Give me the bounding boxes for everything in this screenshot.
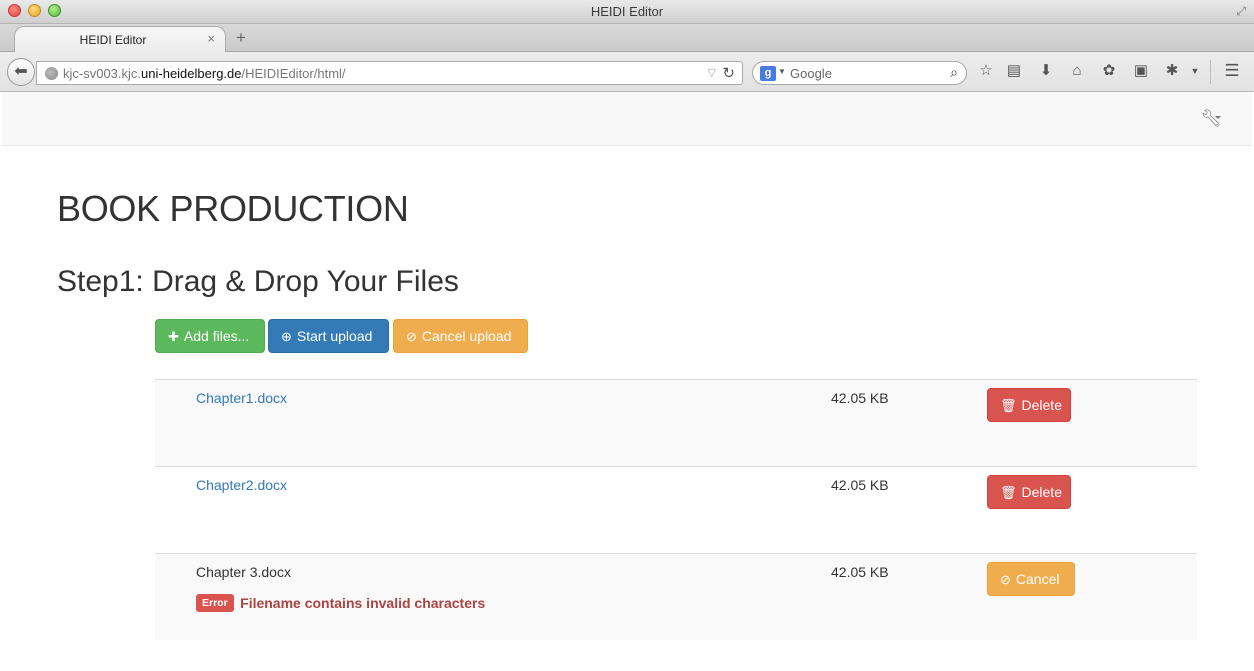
add-files-label: Add files... — [183, 328, 250, 344]
error-badge: Error — [196, 594, 234, 612]
tab-heidi-editor[interactable]: HEIDI Editor × — [14, 26, 226, 53]
cancel-label: Cancel — [1015, 571, 1060, 587]
start-upload-label: Start upload — [296, 328, 373, 344]
url-prefix: kjc-sv003.kjc. — [63, 66, 142, 81]
delete-label: Delete — [1021, 397, 1062, 413]
file-name-link[interactable]: Chapter1.docx — [196, 390, 287, 406]
trash-icon: 🗑︎ — [1000, 398, 1017, 413]
file-size: 42.05 KB — [831, 477, 889, 493]
file-size: 42.05 KB — [831, 390, 889, 406]
google-engine-icon[interactable]: g — [760, 66, 776, 81]
home-icon[interactable]: ⌂ — [1068, 62, 1086, 80]
file-name: Chapter 3.docx — [196, 564, 291, 580]
file-name-link[interactable]: Chapter2.docx — [196, 477, 287, 493]
url-path: /HEIDIEditor/html/ — [241, 66, 346, 81]
error-message: Error Filename contains invalid characte… — [196, 594, 485, 612]
page-content: 🔧︎ BOOK PRODUCTION Step1: Drag & Drop Yo… — [2, 92, 1252, 671]
upload-circle-icon: ⊕ — [281, 329, 292, 344]
search-icon[interactable]: ⌕ — [950, 64, 958, 81]
cancel-button[interactable]: ⊘ Cancel — [987, 562, 1075, 596]
overflow-chevron-icon[interactable]: ▼ — [1186, 62, 1204, 80]
table-row: Chapter2.docx 42.05 KB 🗑︎ Delete — [155, 466, 1197, 553]
url-host: uni-heidelberg.de — [141, 66, 242, 81]
addon-icon[interactable]: ✿ — [1100, 62, 1118, 80]
plus-icon: ✚ — [168, 329, 179, 344]
settings-caret-icon[interactable] — [1215, 116, 1221, 119]
file-size: 42.05 KB — [831, 564, 889, 580]
tab-close-icon[interactable]: × — [207, 31, 215, 46]
delete-button[interactable]: 🗑︎ Delete — [987, 388, 1071, 422]
add-files-button[interactable]: ✚ Add files... — [155, 319, 265, 353]
url-history-dropdown-icon[interactable]: ▽ — [708, 66, 716, 79]
site-identity-icon[interactable] — [45, 67, 58, 80]
page-title: BOOK PRODUCTION — [57, 188, 409, 229]
table-row: Chapter 3.docx Error Filename contains i… — [155, 553, 1197, 640]
fullscreen-icon[interactable]: ⤢ — [1236, 4, 1246, 19]
url-bar[interactable]: kjc-sv003.kjc.uni-heidelberg.de/HEIDIEdi… — [36, 61, 743, 85]
ban-icon: ⊘ — [1000, 572, 1011, 587]
search-bar[interactable]: g ▼ Google ⌕ — [752, 61, 967, 85]
delete-label: Delete — [1021, 484, 1062, 500]
cancel-upload-button[interactable]: ⊘ Cancel upload — [393, 319, 528, 353]
table-row: Chapter1.docx 42.05 KB 🗑︎ Delete — [155, 379, 1197, 466]
reader-icon[interactable]: ▣ — [1132, 62, 1150, 80]
delete-button[interactable]: 🗑︎ Delete — [987, 475, 1071, 509]
new-tab-button[interactable]: + — [236, 28, 246, 48]
hamburger-menu-icon[interactable]: ☰ — [1223, 62, 1241, 80]
trash-icon: 🗑︎ — [1000, 485, 1017, 500]
start-upload-button[interactable]: ⊕ Start upload — [268, 319, 389, 353]
cancel-upload-label: Cancel upload — [421, 328, 512, 344]
window-title: HEIDI Editor — [590, 4, 664, 19]
toolbar-separator — [1210, 60, 1211, 84]
window-titlebar: HEIDI Editor ⤢ — [0, 0, 1254, 24]
ban-icon: ⊘ — [406, 329, 417, 344]
tab-label: HEIDI Editor — [79, 33, 147, 47]
back-button[interactable]: ⬅ — [7, 58, 35, 86]
wrench-icon[interactable]: 🔧︎ — [1200, 109, 1222, 129]
back-arrow-icon: ⬅ — [14, 63, 28, 80]
browser-toolbar: kjc-sv003.kjc.uni-heidelberg.de/HEIDIEdi… — [0, 52, 1254, 92]
search-input[interactable]: Google — [790, 66, 832, 81]
url-text[interactable]: kjc-sv003.kjc.uni-heidelberg.de/HEIDIEdi… — [63, 66, 346, 81]
file-table: Chapter1.docx 42.05 KB 🗑︎ Delete Chapter2… — [155, 379, 1197, 640]
step-heading: Step1: Drag & Drop Your Files — [57, 265, 459, 298]
bookmark-star-icon[interactable]: ☆ — [977, 62, 995, 80]
downloads-icon[interactable]: ⬇ — [1037, 62, 1055, 80]
error-text: Filename contains invalid characters — [240, 595, 486, 611]
tab-strip: HEIDI Editor × + — [0, 24, 1254, 53]
reload-icon[interactable]: ↻ — [722, 64, 735, 82]
extension-icon[interactable]: ✱ — [1163, 62, 1181, 80]
bookmarks-menu-icon[interactable]: ▤ — [1005, 62, 1023, 80]
app-navbar: 🔧︎ — [2, 92, 1252, 146]
engine-dropdown-icon[interactable]: ▼ — [778, 67, 786, 76]
